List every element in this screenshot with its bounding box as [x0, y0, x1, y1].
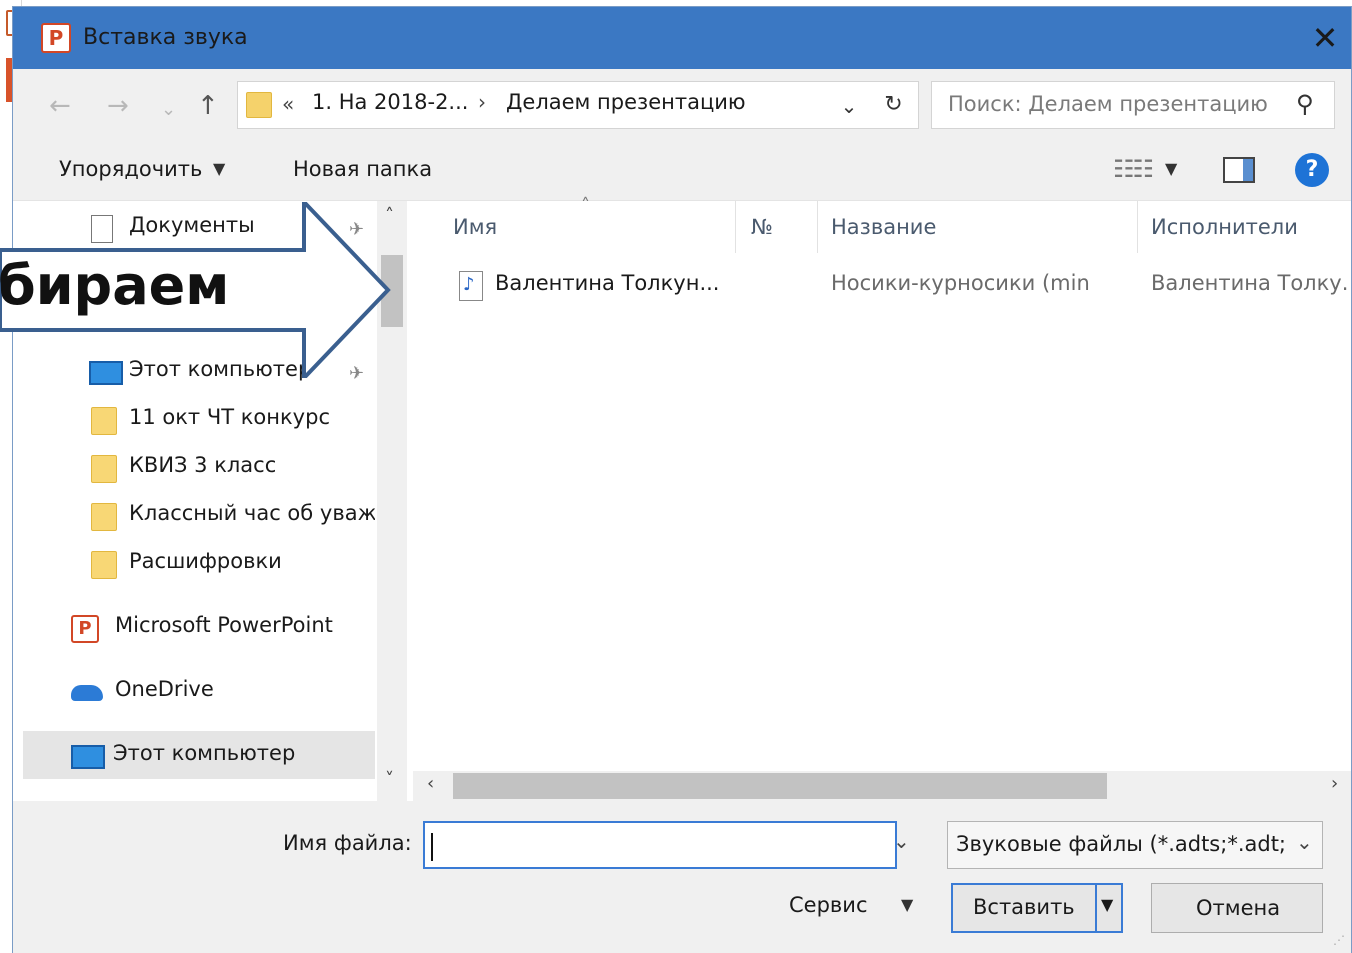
file-title: Носики-курносики (min: [831, 271, 1090, 295]
audio-file-icon: ♪: [459, 271, 483, 301]
column-header-title[interactable]: Название: [831, 215, 936, 239]
tools-button[interactable]: Сервис: [789, 893, 867, 917]
sidebar-item-folder[interactable]: Расшифровки: [91, 549, 375, 584]
onedrive-icon: [71, 685, 103, 701]
sidebar-item-label: КВИЗ 3 класс: [129, 453, 277, 477]
file-artists: Валентина Толку..: [1151, 271, 1349, 295]
command-bar: Упорядочить ▼ Новая папка ☷☷ ▼ ?: [13, 143, 1351, 201]
sidebar-item-this-pc[interactable]: Этот компьютер: [71, 741, 371, 776]
column-divider[interactable]: [735, 201, 736, 253]
sidebar-item-label: Классный час об уваж: [129, 501, 375, 525]
sidebar-item-onedrive[interactable]: OneDrive: [71, 677, 371, 712]
breadcrumb-overflow-icon[interactable]: «: [282, 92, 294, 116]
sidebar-item-label: Этот компьютер: [113, 741, 296, 765]
close-button[interactable]: ✕: [1303, 17, 1347, 59]
help-icon[interactable]: ?: [1295, 153, 1329, 187]
scroll-down-icon[interactable]: ˅: [385, 769, 394, 790]
breadcrumb-item[interactable]: 1. На 2018-2...: [312, 90, 468, 114]
breadcrumb-item[interactable]: Делаем презентацию: [506, 90, 746, 114]
insert-button[interactable]: Вставить ▼: [951, 883, 1123, 933]
new-folder-button[interactable]: Новая папка: [293, 157, 432, 181]
address-dropdown-icon[interactable]: ⌄: [831, 81, 867, 129]
column-divider[interactable]: [1137, 201, 1138, 253]
callout-text: бираем: [0, 254, 230, 317]
window-title: Вставка звука: [83, 25, 248, 50]
organize-button[interactable]: Упорядочить: [59, 157, 202, 181]
chevron-down-icon[interactable]: ▼: [213, 159, 225, 178]
chevron-down-icon[interactable]: ▼: [1165, 159, 1177, 178]
file-list: ˄ Имя № Название Исполнители ♪ Валентина…: [413, 195, 1351, 771]
folder-icon: [91, 407, 117, 435]
horizontal-scroll-thumb[interactable]: [453, 773, 1107, 799]
address-bar[interactable]: « 1. На 2018-2... › Делаем презентацию: [237, 81, 871, 129]
filetype-select[interactable]: Звуковые файлы (*.adts;*.adt;' ⌄: [947, 821, 1323, 869]
folder-icon: [91, 551, 117, 579]
powerpoint-icon: P: [41, 23, 71, 53]
forward-icon[interactable]: →: [107, 89, 129, 123]
recent-locations-icon[interactable]: ⌄: [161, 93, 176, 127]
resize-grip-icon[interactable]: ⋰: [1333, 933, 1345, 947]
sidebar-item-label: Расшифровки: [129, 549, 282, 573]
navigation-bar: ← → ⌄ ↑ « 1. На 2018-2... › Делаем презе…: [13, 69, 1351, 143]
computer-icon: [71, 745, 105, 769]
filename-input[interactable]: [423, 821, 897, 869]
scroll-right-icon[interactable]: ›: [1331, 773, 1338, 794]
back-icon[interactable]: ←: [49, 89, 71, 123]
title-bar: P Вставка звука ✕: [13, 7, 1351, 69]
sidebar-item-folder[interactable]: Классный час об уваж: [91, 501, 375, 536]
column-divider[interactable]: [817, 201, 818, 253]
file-name: Валентина Толкун...: [495, 271, 720, 295]
filename-dropdown-icon[interactable]: ⌄: [893, 829, 910, 853]
sidebar-item-powerpoint[interactable]: P Microsoft PowerPoint: [71, 613, 371, 648]
column-header-name[interactable]: Имя: [453, 215, 497, 239]
up-icon[interactable]: ↑: [197, 89, 219, 123]
sort-ascending-icon: ˄: [581, 195, 590, 216]
chevron-down-icon[interactable]: ▼: [901, 895, 913, 914]
cancel-button-label: Отмена: [1196, 896, 1281, 920]
preview-pane-icon[interactable]: [1223, 157, 1255, 183]
folder-icon: [91, 455, 117, 483]
search-box[interactable]: Поиск: Делаем презентацию ⚲: [931, 81, 1335, 129]
folder-icon: [246, 92, 272, 118]
filename-label: Имя файла:: [283, 831, 412, 855]
column-header-artists[interactable]: Исполнители: [1151, 215, 1298, 239]
split-divider: [1095, 885, 1097, 931]
powerpoint-icon: P: [71, 615, 99, 643]
search-icon[interactable]: ⚲: [1296, 90, 1314, 118]
sidebar-item-label: 11 окт ЧТ конкурс: [129, 405, 330, 429]
insert-audio-dialog: P Вставка звука ✕ ← → ⌄ ↑ « 1. На 2018-2…: [12, 6, 1352, 953]
breadcrumb-separator-icon[interactable]: ›: [478, 90, 486, 114]
insert-options-dropdown-icon[interactable]: ▼: [1101, 895, 1113, 914]
refresh-icon[interactable]: ↻: [869, 81, 919, 129]
sidebar-item-label: OneDrive: [115, 677, 214, 701]
column-header-number[interactable]: №: [751, 215, 773, 239]
cancel-button[interactable]: Отмена: [1151, 883, 1323, 933]
search-placeholder: Поиск: Делаем презентацию: [948, 92, 1268, 116]
sidebar-item-folder[interactable]: КВИЗ 3 класс: [91, 453, 375, 488]
dialog-footer: Имя файла: ⌄ Звуковые файлы (*.adts;*.ad…: [13, 801, 1351, 953]
folder-icon: [91, 503, 117, 531]
chevron-down-icon[interactable]: ⌄: [1296, 830, 1313, 854]
sidebar-item-label: Microsoft PowerPoint: [115, 613, 333, 637]
horizontal-scrollbar[interactable]: ‹ ›: [413, 771, 1351, 801]
insert-button-label: Вставить: [973, 895, 1075, 919]
filetype-value: Звуковые файлы (*.adts;*.adt;': [956, 832, 1286, 856]
text-caret: [431, 833, 433, 861]
scroll-left-icon[interactable]: ‹: [427, 773, 434, 794]
table-row[interactable]: ♪ Валентина Толкун... Носики-курносики (…: [449, 263, 1349, 307]
view-options-icon[interactable]: ☷☷: [1113, 155, 1154, 183]
sidebar-item-folder[interactable]: 11 окт ЧТ конкурс: [91, 405, 375, 440]
